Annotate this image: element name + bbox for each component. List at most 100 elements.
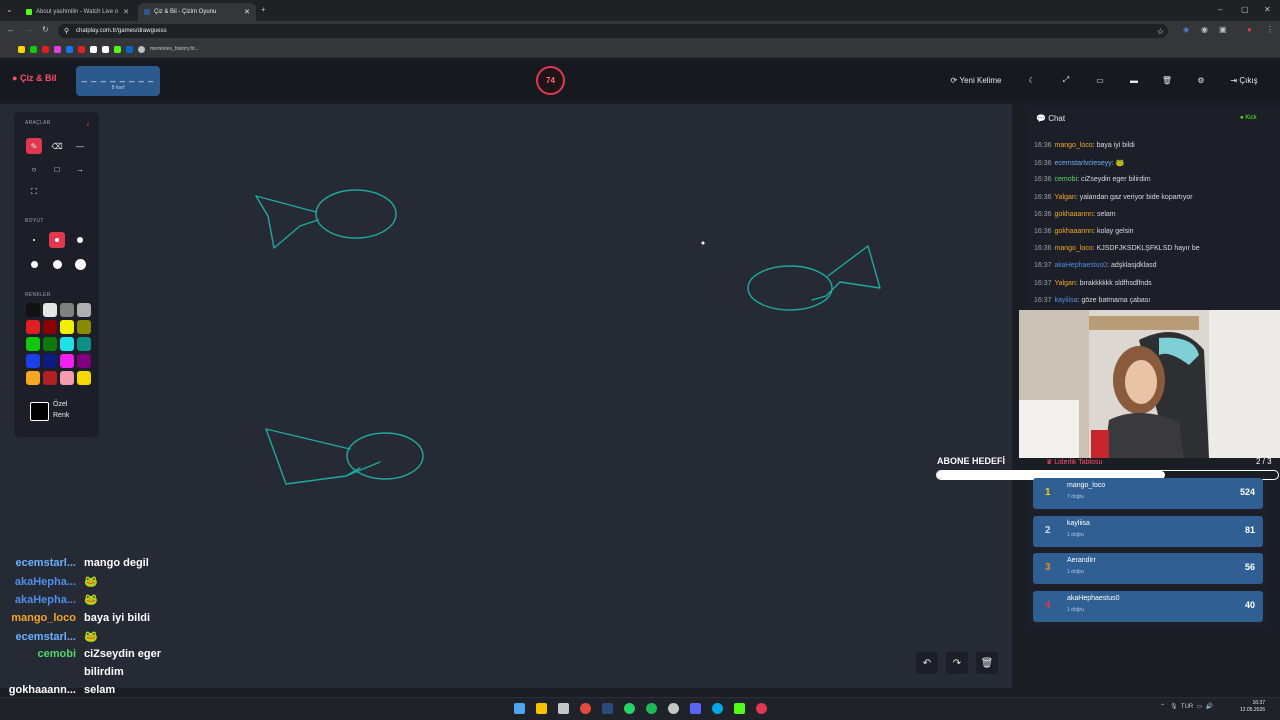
url-input[interactable]: ⚲ chatplay.com.tr/games/drawguess ☆	[58, 24, 1168, 38]
close-icon[interactable]: ✕	[1264, 5, 1271, 14]
bookmark-icon[interactable]	[42, 45, 49, 53]
skype-icon[interactable]	[712, 703, 723, 714]
color-swatch[interactable]	[43, 371, 57, 385]
apps-grid-icon[interactable]	[6, 46, 13, 53]
color-swatch[interactable]	[26, 371, 40, 385]
color-swatch[interactable]	[26, 337, 40, 351]
app-logo[interactable]: ● Çiz & Bil	[12, 73, 56, 83]
line-icon[interactable]: —	[72, 138, 88, 154]
profile-avatar-icon[interactable]: ●	[1247, 25, 1252, 34]
moon-icon[interactable]: ☾	[1021, 69, 1043, 91]
color-swatch[interactable]	[60, 354, 74, 368]
fill-bucket-icon[interactable]: ⛶	[26, 184, 42, 200]
color-swatch[interactable]	[60, 371, 74, 385]
bookmark-icon[interactable]	[54, 45, 61, 53]
color-swatch[interactable]	[77, 354, 91, 368]
plus-icon[interactable]: +	[261, 5, 266, 14]
arrow-icon[interactable]: →	[72, 161, 88, 177]
browser-tab-2[interactable]: Çiz & Bil - Çizim Oyunu ✕	[138, 3, 256, 21]
settings-icon[interactable]: ⚙	[1190, 69, 1212, 91]
brush-size-xl[interactable]	[49, 256, 65, 272]
chrome-icon[interactable]	[580, 703, 591, 714]
system-tray: ⌃ 🎙 TUR ▭ 🔊	[1160, 703, 1213, 710]
kick-app-icon[interactable]	[734, 703, 745, 714]
spotify-icon[interactable]	[646, 703, 657, 714]
extensions-puzzle-icon[interactable]: ▣	[1219, 25, 1227, 34]
bookmark-icon[interactable]	[90, 45, 97, 53]
menu-kebab-icon[interactable]: ⋮	[1266, 25, 1274, 34]
close-tab-icon[interactable]: ✕	[123, 8, 129, 16]
whatsapp-icon[interactable]	[624, 703, 635, 714]
bookmark-icon[interactable]	[126, 45, 133, 53]
trash-icon[interactable]: 🗑	[1156, 69, 1178, 91]
exit-button[interactable]: ⇥ Çıkış	[1226, 69, 1262, 91]
windows-start-icon[interactable]	[514, 703, 525, 714]
bookmark-star-icon[interactable]: ☆	[1157, 27, 1164, 36]
color-swatch[interactable]	[60, 320, 74, 334]
drawing-canvas[interactable]	[0, 104, 1012, 688]
color-swatch[interactable]	[43, 320, 57, 334]
rectangle-icon[interactable]: □	[49, 161, 65, 177]
brush-size-l[interactable]	[26, 256, 42, 272]
browser-tab-1[interactable]: About yashmilin - Watch Live o ✕	[20, 3, 135, 21]
obs-icon[interactable]	[756, 703, 767, 714]
bookmark-icon[interactable]	[102, 45, 109, 53]
bookmark-icon[interactable]	[78, 45, 85, 53]
mic-icon[interactable]: 🎙	[1170, 704, 1178, 710]
brush-size-m[interactable]	[72, 232, 88, 248]
eraser-icon[interactable]: ⌫	[49, 138, 65, 154]
clear-canvas-icon[interactable]: 🗑	[976, 652, 998, 674]
color-swatch[interactable]	[43, 303, 57, 317]
bookmark-icon[interactable]	[114, 45, 121, 53]
layout-icon[interactable]: ▭	[1089, 69, 1111, 91]
fullscreen-icon[interactable]: ⤢	[1055, 69, 1077, 91]
steam-icon[interactable]	[602, 703, 613, 714]
extension-icon[interactable]: ◈	[1183, 25, 1189, 34]
color-swatch[interactable]	[60, 337, 74, 351]
store-icon[interactable]	[558, 703, 569, 714]
settings-icon[interactable]	[668, 703, 679, 714]
file-explorer-icon[interactable]	[536, 703, 547, 714]
maximize-icon[interactable]: ▢	[1241, 5, 1249, 14]
discord-icon[interactable]	[690, 703, 701, 714]
overlay-chat-line: akaHepha... 🐸	[4, 593, 98, 606]
volume-icon[interactable]: 🔊	[1206, 704, 1213, 710]
color-swatch[interactable]	[77, 303, 91, 317]
color-swatch[interactable]	[77, 337, 91, 351]
redo-icon[interactable]: ↷	[946, 652, 968, 674]
network-icon[interactable]: ▭	[1197, 704, 1203, 710]
color-swatch[interactable]	[26, 354, 40, 368]
undo-icon[interactable]: ↶	[916, 652, 938, 674]
color-swatch[interactable]	[60, 303, 74, 317]
bookmark-icon[interactable]	[66, 45, 73, 53]
color-swatch[interactable]	[43, 337, 57, 351]
color-swatch[interactable]	[26, 320, 40, 334]
site-info-icon[interactable]: ⚲	[64, 27, 69, 35]
extension-icon[interactable]: ◉	[1201, 25, 1208, 34]
brush-size-xxl[interactable]	[72, 256, 88, 272]
bookmark-memories[interactable]: memories_history.ht...	[150, 46, 199, 52]
reload-icon[interactable]: ↻	[42, 25, 49, 34]
brush-size-xs[interactable]	[26, 232, 42, 248]
card-icon[interactable]: ▬	[1123, 69, 1145, 91]
chevron-up-icon[interactable]: ⌃	[1160, 704, 1165, 710]
custom-color-swatch[interactable]	[30, 402, 49, 421]
circle-icon[interactable]: ○	[26, 161, 42, 177]
bookmark-icon[interactable]	[30, 45, 37, 53]
taskbar-clock[interactable]: 16:37 12.05.2026	[1240, 700, 1265, 714]
tab-search-icon[interactable]: ⌄	[6, 5, 13, 14]
bookmark-icon[interactable]	[18, 45, 25, 53]
close-tab-icon[interactable]: ✕	[244, 8, 250, 16]
back-icon[interactable]: ←	[7, 25, 15, 34]
color-swatch[interactable]	[77, 371, 91, 385]
pencil-icon[interactable]: ✎	[26, 138, 42, 154]
lang-indicator[interactable]: TUR	[1181, 704, 1193, 710]
minimize-icon[interactable]: –	[1218, 5, 1222, 14]
new-word-button[interactable]: ⟳ Yeni Kelime	[948, 69, 1004, 91]
collapse-panel-icon[interactable]: ‹	[80, 116, 96, 132]
color-swatch[interactable]	[26, 303, 40, 317]
color-swatch[interactable]	[77, 320, 91, 334]
forward-icon[interactable]: →	[25, 25, 33, 34]
brush-size-s[interactable]	[49, 232, 65, 248]
color-swatch[interactable]	[43, 354, 57, 368]
